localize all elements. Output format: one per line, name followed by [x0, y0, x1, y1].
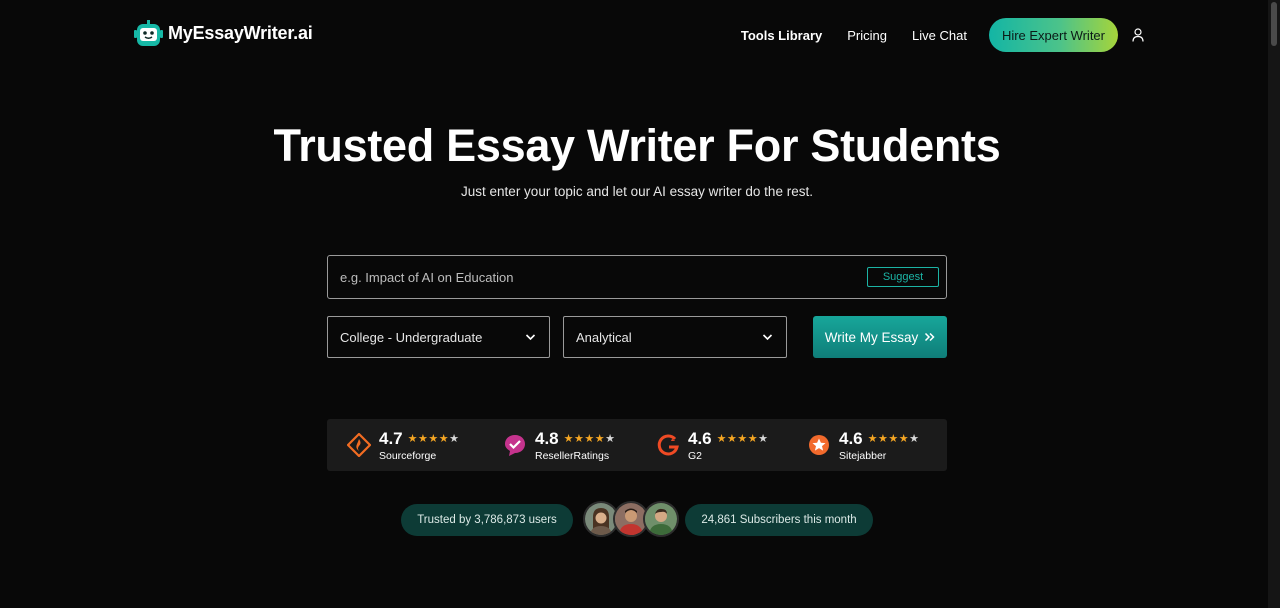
- ratings-strip: 4.7 ★★★★★ Sourceforge 4.8 ★★★★★ Reseller…: [327, 419, 947, 471]
- resellerratings-icon: [505, 435, 525, 456]
- write-my-essay-label: Write My Essay: [824, 329, 919, 345]
- site-header: MyEssayWriter.ai Tools Library Pricing L…: [0, 0, 1268, 70]
- page-scrollbar[interactable]: [1268, 0, 1280, 608]
- essay-type-select[interactable]: Analytical: [563, 316, 787, 358]
- topic-input[interactable]: [340, 256, 840, 298]
- nav-pricing[interactable]: Pricing: [847, 28, 887, 43]
- rating-stars: ★★★★★: [407, 432, 460, 445]
- subscribers-badge: 24,861 Subscribers this month: [685, 504, 873, 536]
- rating-source: ResellerRatings: [535, 449, 610, 462]
- suggest-button[interactable]: Suggest: [867, 267, 939, 287]
- rating-score: 4.7: [379, 428, 403, 448]
- academic-level-value: College - Undergraduate: [340, 329, 483, 345]
- chevron-down-icon: [762, 334, 773, 341]
- rating-score: 4.8: [535, 428, 559, 448]
- person-avatar-icon: [645, 503, 677, 535]
- topic-field: Suggest: [327, 255, 947, 299]
- brand-name: MyEssayWriter.ai: [168, 23, 313, 43]
- chevron-down-icon: [525, 334, 536, 341]
- write-my-essay-button[interactable]: Write My Essay: [813, 316, 947, 358]
- nav-tools-library[interactable]: Tools Library: [741, 28, 822, 43]
- avatar: [643, 501, 679, 537]
- rating-source: G2: [688, 449, 703, 462]
- brand-logo[interactable]: MyEssayWriter.ai: [134, 20, 313, 47]
- hero-subtitle: Just enter your topic and let our AI ess…: [461, 184, 813, 199]
- essay-type-value: Analytical: [576, 329, 632, 345]
- rating-score: 4.6: [688, 428, 712, 448]
- rating-g2[interactable]: 2 4.6 ★★★★★ G2: [656, 427, 768, 463]
- g2-icon: 2: [657, 434, 679, 456]
- sourceforge-icon: [347, 433, 371, 457]
- double-chevron-right-icon: [925, 332, 935, 342]
- rating-sourceforge[interactable]: 4.7 ★★★★★ Sourceforge: [347, 427, 459, 463]
- nav-live-chat[interactable]: Live Chat: [912, 28, 967, 43]
- scrollbar-thumb[interactable]: [1271, 2, 1277, 46]
- academic-level-select[interactable]: College - Undergraduate: [327, 316, 550, 358]
- rating-resellerratings[interactable]: 4.8 ★★★★★ ResellerRatings: [503, 427, 615, 463]
- user-icon[interactable]: [1132, 28, 1144, 42]
- rating-sitejabber[interactable]: 4.6 ★★★★★ Sitejabber: [807, 427, 919, 463]
- rating-source: Sourceforge: [379, 449, 437, 462]
- svg-text:2: 2: [671, 436, 675, 443]
- rating-score: 4.6: [839, 428, 863, 448]
- trusted-users-badge: Trusted by 3,786,873 users: [401, 504, 573, 536]
- user-avatars: [583, 501, 679, 537]
- rating-stars: ★★★★★: [716, 432, 769, 445]
- rating-source: Sitejabber: [839, 449, 887, 462]
- hire-expert-writer-button[interactable]: Hire Expert Writer: [988, 18, 1118, 52]
- robot-logo-icon: [134, 20, 163, 46]
- hero-title: Trusted Essay Writer For Students: [273, 120, 1001, 171]
- rating-stars: ★★★★★: [867, 432, 920, 445]
- main-nav: Tools Library Pricing Live Chat Hire Exp…: [741, 18, 1144, 52]
- rating-stars: ★★★★★: [563, 432, 616, 445]
- sitejabber-icon: [809, 435, 829, 455]
